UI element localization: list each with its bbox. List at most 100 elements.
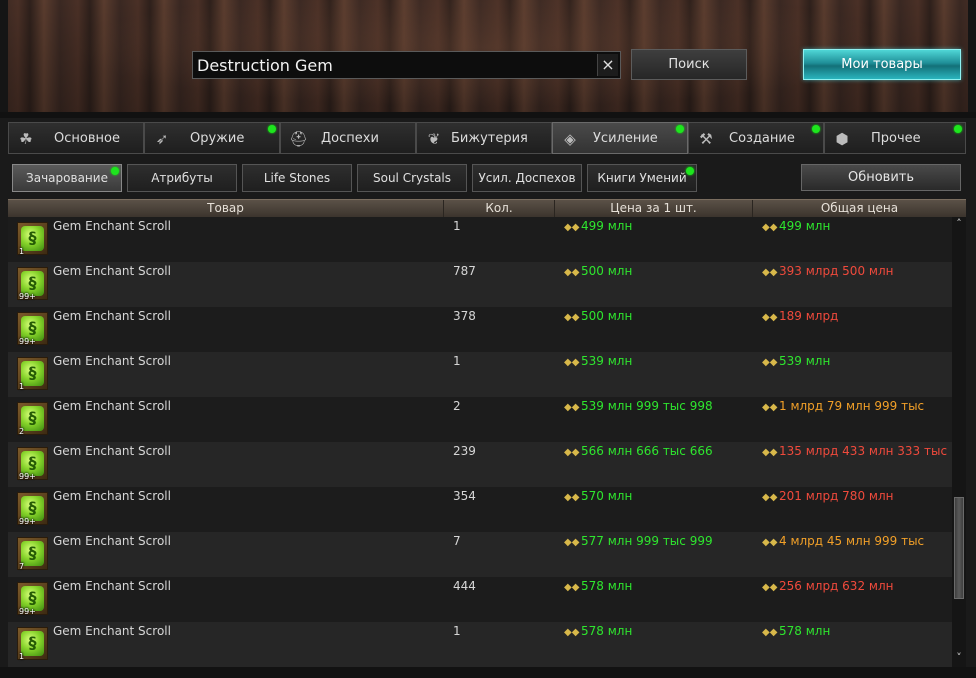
table-row[interactable]: § 99+ Gem Enchant Scroll 787 ◆◆ 500 млн ◆◆ 393 … (8, 262, 952, 307)
stack-count: 2 (19, 427, 25, 436)
scrollbar[interactable]: ˄ ˅ (952, 217, 966, 667)
category-icon: ◈ (564, 130, 576, 148)
unit-price-value: 570 млн (581, 489, 633, 503)
total-price-value: 201 млрд 780 млн (779, 489, 894, 503)
unit-price: ◆◆ 577 млн 999 тыс 999 (564, 534, 713, 548)
stack-count: 1 (19, 247, 25, 256)
column-header-quantity[interactable]: Кол. (444, 200, 555, 217)
item-quantity: 1 (453, 354, 461, 368)
scroll-item-icon: § 99+ (17, 267, 48, 301)
unit-price: ◆◆ 539 млн (564, 354, 632, 368)
subtab-label: Soul Crystals (372, 171, 452, 185)
category-tabs: ☘ Основное ➶ Оружие ⛑ Доспехи ❦ Бижутерия ◈ Усиле… (8, 122, 966, 154)
table-row[interactable]: § 99+ Gem Enchant Scroll 444 ◆◆ 578 млн ◆◆ 256 … (8, 577, 952, 622)
tab-label: Доспехи (321, 131, 379, 146)
item-quantity: 7 (453, 534, 461, 548)
tab-category-7[interactable]: ⬢ Прочее (824, 122, 966, 154)
subtab-label: Усил. Доспехов (478, 171, 576, 185)
subtab-3[interactable]: Life Stones (242, 164, 352, 192)
subtab-label: Атрибуты (151, 171, 213, 185)
total-price: ◆◆ 135 млрд 433 млн 333 тыс (762, 444, 947, 458)
search-box[interactable]: × (192, 51, 621, 79)
table-row[interactable]: § 1 Gem Enchant Scroll 1 ◆◆ 539 млн ◆◆ 539 млн (8, 352, 952, 397)
subtab-1[interactable]: Зачарование (12, 164, 122, 192)
item-name: Gem Enchant Scroll (53, 219, 171, 233)
adena-icon: ◆◆ (564, 537, 580, 548)
total-price-value: 499 млн (779, 219, 831, 233)
search-input[interactable] (195, 54, 597, 76)
total-price: ◆◆ 539 млн (762, 354, 830, 368)
table-header: Товар Кол. Цена за 1 шт. Общая цена (8, 199, 966, 218)
unit-price-value: 500 млн (581, 309, 633, 323)
unit-price: ◆◆ 500 млн (564, 264, 632, 278)
bottom-bar (0, 667, 976, 678)
subtab-label: Книги Умений (597, 171, 687, 185)
total-price: ◆◆ 256 млрд 632 млн (762, 579, 893, 593)
scroll-thumb[interactable] (954, 497, 964, 599)
item-name: Gem Enchant Scroll (53, 399, 171, 413)
table-row[interactable]: § 1 Gem Enchant Scroll 1 ◆◆ 499 млн ◆◆ 499 млн (8, 217, 952, 262)
subtab-label: Зачарование (26, 171, 108, 185)
unit-price: ◆◆ 500 млн (564, 309, 632, 323)
total-price-value: 1 млрд 79 млн 999 тыс (779, 399, 925, 413)
clear-icon[interactable]: × (597, 54, 618, 76)
adena-icon: ◆◆ (762, 447, 778, 458)
tab-label: Основное (54, 131, 120, 146)
scroll-down-icon[interactable]: ˅ (952, 651, 966, 665)
table-row[interactable]: § 99+ Gem Enchant Scroll 239 ◆◆ 566 млн 666 т… (8, 442, 952, 487)
total-price-value: 393 млрд 500 млн (779, 264, 894, 278)
subtab-2[interactable]: Атрибуты (127, 164, 237, 192)
item-quantity: 378 (453, 309, 476, 323)
tab-label: Бижутерия (451, 131, 528, 146)
unit-price: ◆◆ 570 млн (564, 489, 632, 503)
item-name: Gem Enchant Scroll (53, 579, 171, 593)
subtab-5[interactable]: Усил. Доспехов (472, 164, 582, 192)
table-row[interactable]: § 2 Gem Enchant Scroll 2 ◆◆ 539 млн 999 тыс 9… (8, 397, 952, 442)
stack-count: 99+ (19, 337, 36, 346)
stack-count: 7 (19, 562, 25, 571)
tab-label: Оружие (190, 131, 245, 146)
table-row[interactable]: § 7 Gem Enchant Scroll 7 ◆◆ 577 млн 999 тыс 9… (8, 532, 952, 577)
subtab-4[interactable]: Soul Crystals (357, 164, 467, 192)
my-goods-button[interactable]: Мои товары (803, 49, 961, 80)
tab-category-6[interactable]: ⚒ Создание (688, 122, 824, 154)
unit-price-value: 539 млн 999 тыс 998 (581, 399, 713, 413)
total-price: ◆◆ 578 млн (762, 624, 830, 638)
gem-scroll-icon: § (21, 541, 44, 566)
adena-icon: ◆◆ (564, 267, 580, 278)
total-price: ◆◆ 499 млн (762, 219, 830, 233)
adena-icon: ◆◆ (762, 402, 778, 413)
column-header-unit-price[interactable]: Цена за 1 шт. (555, 200, 753, 217)
table-row[interactable]: § 1 Gem Enchant Scroll 1 ◆◆ 578 млн ◆◆ 578 млн (8, 622, 952, 667)
adena-icon: ◆◆ (762, 582, 778, 593)
item-name: Gem Enchant Scroll (53, 624, 171, 638)
tab-category-3[interactable]: ⛑ Доспехи (280, 122, 416, 154)
scroll-item-icon: § 99+ (17, 447, 48, 481)
search-button[interactable]: Поиск (631, 49, 747, 80)
subtab-6[interactable]: Книги Умений (587, 164, 697, 192)
column-header-total-price[interactable]: Общая цена (753, 200, 966, 217)
total-price-value: 189 млрд (779, 309, 839, 323)
stack-count: 99+ (19, 292, 36, 301)
header-banner: × Поиск Мои товары (0, 0, 976, 118)
tab-category-1[interactable]: ☘ Основное (8, 122, 144, 154)
unit-price-value: 578 млн (581, 579, 633, 593)
tab-label: Создание (729, 131, 795, 146)
refresh-button[interactable]: Обновить (801, 164, 961, 191)
unit-price-value: 499 млн (581, 219, 633, 233)
stack-count: 99+ (19, 517, 36, 526)
adena-icon: ◆◆ (762, 222, 778, 233)
tab-category-4[interactable]: ❦ Бижутерия (416, 122, 552, 154)
stack-count: 1 (19, 382, 25, 391)
tab-category-5[interactable]: ◈ Усиление (552, 122, 688, 154)
item-name: Gem Enchant Scroll (53, 534, 171, 548)
tab-label: Прочее (871, 131, 921, 146)
item-quantity: 1 (453, 219, 461, 233)
scroll-up-icon[interactable]: ˄ (952, 217, 966, 231)
table-row[interactable]: § 99+ Gem Enchant Scroll 378 ◆◆ 500 млн ◆◆ 189 … (8, 307, 952, 352)
tab-category-2[interactable]: ➶ Оружие (144, 122, 280, 154)
table-row[interactable]: § 99+ Gem Enchant Scroll 354 ◆◆ 570 млн ◆◆ 201 … (8, 487, 952, 532)
scroll-item-icon: § 1 (17, 627, 48, 661)
adena-icon: ◆◆ (762, 357, 778, 368)
column-header-item[interactable]: Товар (8, 200, 444, 217)
